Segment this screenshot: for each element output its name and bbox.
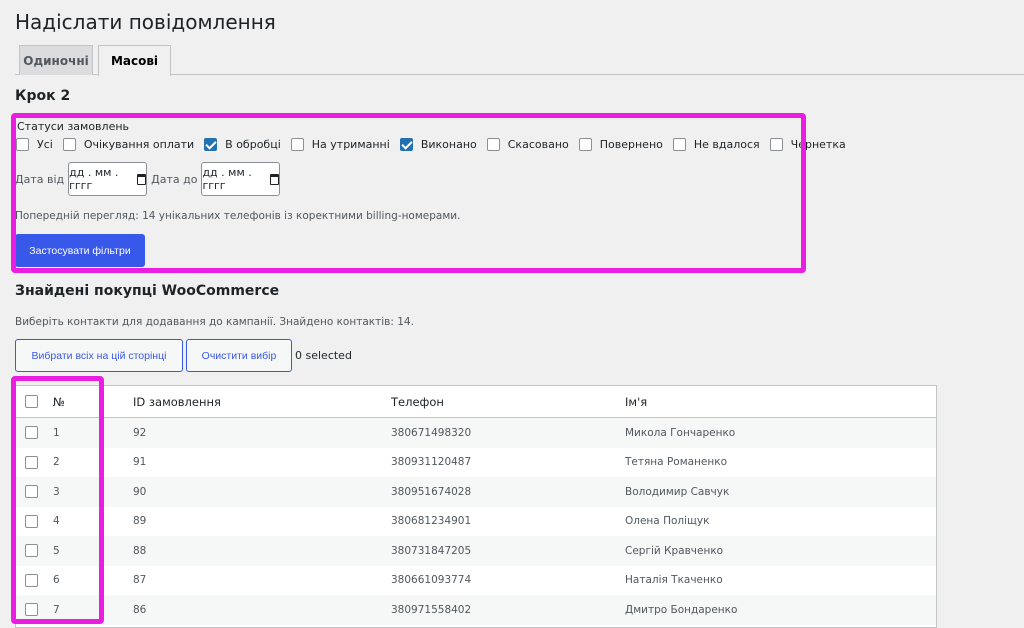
row-phone: 380951674028	[391, 485, 472, 498]
row-phone: 380931120487	[391, 456, 472, 469]
tab-single[interactable]: Одиночні	[19, 45, 93, 75]
row-name: Наталія Ткаченко	[625, 574, 723, 587]
table-header: № ID замовлення Телефон Ім'я	[16, 386, 936, 418]
row-name: Володимир Савчук	[625, 485, 730, 498]
row-phone: 380971558402	[391, 603, 472, 616]
table-row[interactable]: 6 87 380661093774 Наталія Ткаченко	[16, 566, 936, 596]
row-order-id: 86	[133, 603, 147, 616]
step-title: Крок 2	[15, 88, 71, 104]
table-row[interactable]: 1 92 380671498320 Микола Гончаренко	[16, 418, 936, 448]
customers-description: Виберіть контакти для додавання до кампа…	[15, 316, 414, 328]
row-order-id: 90	[133, 485, 147, 498]
customers-title: Знайдені покупці WooCommerce	[15, 283, 280, 299]
row-order-id: 91	[133, 456, 147, 469]
row-phone: 380731847205	[391, 544, 472, 557]
row-name: Сергій Кравченко	[625, 544, 724, 557]
clear-selection-button[interactable]: Очистити вибір	[186, 339, 292, 372]
row-order-id: 87	[133, 574, 147, 587]
row-name: Микола Гончаренко	[625, 426, 736, 439]
row-order-id: 88	[133, 544, 147, 557]
row-phone: 380661093774	[391, 574, 472, 587]
customers-table: № ID замовлення Телефон Ім'я 1 92 380671…	[15, 385, 937, 628]
tab-bar: Одиночні Масові	[15, 45, 1024, 76]
page-title: Надіслати повідомлення	[15, 10, 276, 34]
row-phone: 380681234901	[391, 515, 472, 528]
row-name: Дмитро Бондаренко	[625, 603, 738, 616]
table-row[interactable]: 4 89 380681234901 Олена Поліщук	[16, 507, 936, 537]
table-row[interactable]: 5 88 380731847205 Сергій Кравченко	[16, 536, 936, 566]
row-order-id: 92	[133, 426, 147, 439]
row-name: Тетяна Романенко	[625, 456, 728, 469]
row-name: Олена Поліщук	[625, 515, 710, 528]
selected-count: 0 selected	[295, 349, 352, 362]
column-header-order-id: ID замовлення	[133, 394, 221, 409]
select-all-page-button[interactable]: Вибрати всіх на цій сторінці	[15, 339, 183, 372]
tab-bulk[interactable]: Масові	[98, 45, 171, 76]
column-header-phone: Телефон	[391, 394, 444, 409]
row-order-id: 89	[133, 515, 147, 528]
row-phone: 380671498320	[391, 426, 472, 439]
highlight-frame-row-numbers	[11, 376, 104, 624]
table-row[interactable]: 3 90 380951674028 Володимир Савчук	[16, 477, 936, 507]
column-header-name: Ім'я	[625, 394, 648, 409]
table-row[interactable]: 2 91 380931120487 Тетяна Романенко	[16, 448, 936, 478]
highlight-frame-filters	[11, 113, 806, 273]
table-row[interactable]: 7 86 380971558402 Дмитро Бондаренко	[16, 595, 936, 625]
